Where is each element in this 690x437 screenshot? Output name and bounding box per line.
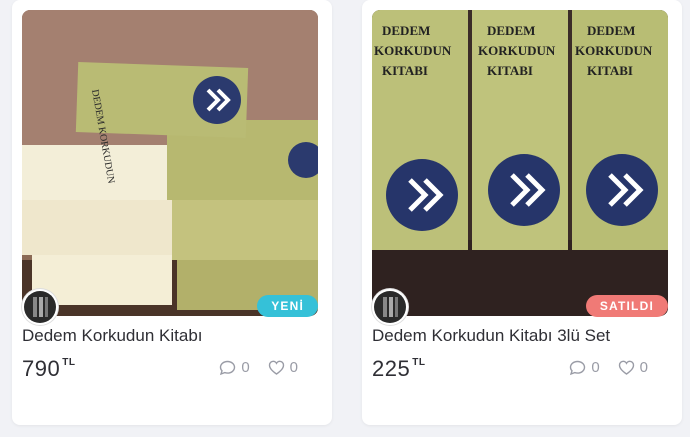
listing-stats: 0 0 [551,359,648,376]
listing-card[interactable]: DEDEM KORKUDUN KITABI DEDEM KORKUDUN KITABI … [362,0,682,425]
svg-text:KORKUDUN: KORKUDUN [478,43,556,58]
price-currency: TL [62,357,76,368]
comment-icon [220,360,236,375]
heart-icon [268,360,284,375]
svg-text:KORKUDUN: KORKUDUN [374,43,452,58]
svg-text:DEDEM: DEDEM [587,23,635,38]
avatar[interactable] [372,289,408,325]
svg-text:KITABI: KITABI [382,63,428,78]
price-value: 225 [372,356,411,381]
comment-count: 0 [591,359,600,376]
like-button[interactable]: 0 [618,359,648,376]
svg-text:KITABI: KITABI [587,63,633,78]
svg-text:DEDEM: DEDEM [487,23,535,38]
like-button[interactable]: 0 [268,359,298,376]
like-count: 0 [639,359,648,376]
listing-price: 225 TL [372,356,425,382]
listing-card[interactable]: DEDEM KORKUDUN YENİ Dedem Korkudun Kitab… [12,0,332,425]
status-badge-sold: SATILDI [585,295,668,317]
comment-icon [570,360,586,375]
comment-count: 0 [241,359,250,376]
listing-photo[interactable]: DEDEM KORKUDUN KITABI DEDEM KORKUDUN KITABI … [372,10,668,316]
avatar[interactable] [22,289,58,325]
price-value: 790 [22,356,61,381]
listing-title[interactable]: Dedem Korkudun Kitabı [22,326,203,346]
comments-button[interactable]: 0 [219,359,250,376]
price-currency: TL [412,357,426,368]
listing-stats: 0 0 [201,359,298,376]
svg-text:DEDEM: DEDEM [382,23,430,38]
svg-text:KORKUDUN: KORKUDUN [575,43,653,58]
listing-photo[interactable]: DEDEM KORKUDUN [22,10,318,316]
listing-title[interactable]: Dedem Korkudun Kitabı 3lü Set [372,326,610,346]
listing-price: 790 TL [22,356,75,382]
like-count: 0 [289,359,298,376]
svg-text:KITABI: KITABI [487,63,533,78]
comments-button[interactable]: 0 [569,359,600,376]
heart-icon [618,360,634,375]
status-badge-new: YENİ [257,295,318,317]
